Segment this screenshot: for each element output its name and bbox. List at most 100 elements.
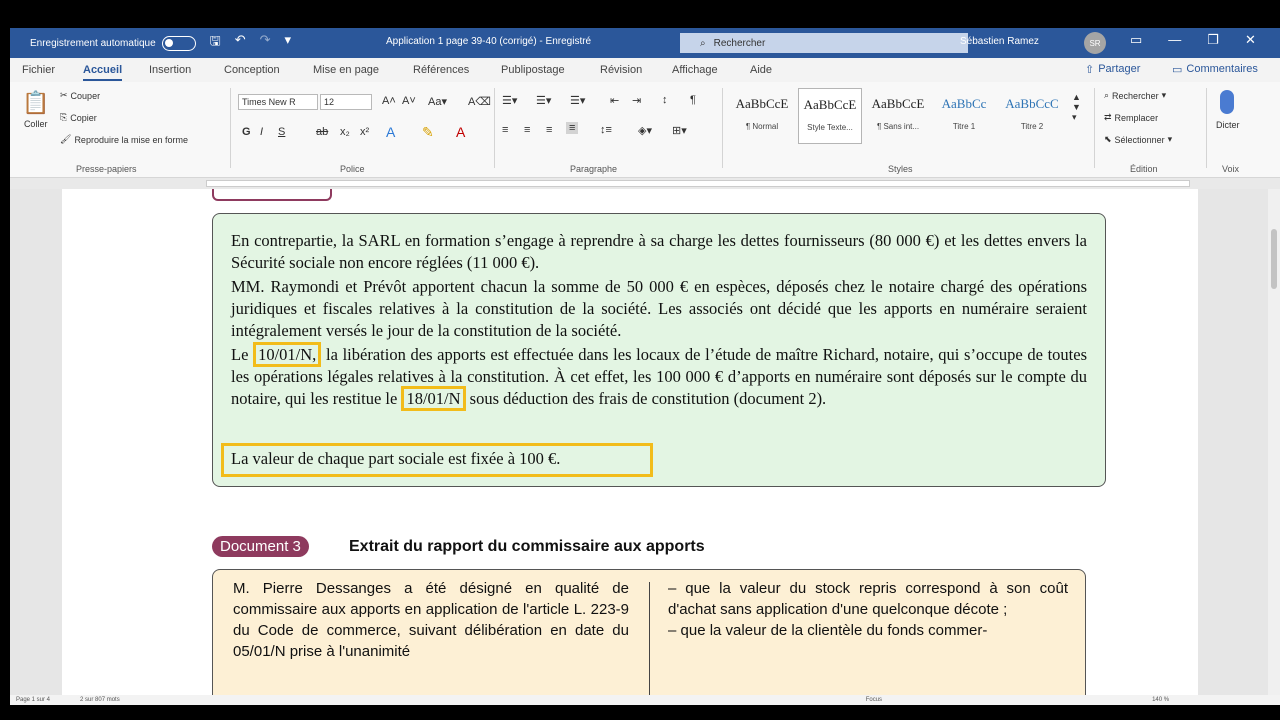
document-2-text-box[interactable]: En contrepartie, la SARL en formation s’…	[212, 213, 1106, 487]
tab-mise-en-page[interactable]: Mise en page	[313, 64, 379, 76]
strikethrough-icon[interactable]: ab	[316, 126, 328, 138]
tab-fichier[interactable]: Fichier	[22, 64, 55, 76]
page[interactable]: En contrepartie, la SARL en formation s’…	[62, 189, 1198, 695]
brush-icon: 🖌	[60, 134, 72, 144]
underline-icon[interactable]: S	[278, 126, 285, 138]
zoom-level[interactable]: 140 %	[1152, 697, 1169, 703]
tab-aide[interactable]: Aide	[750, 64, 772, 76]
style-name: Titre 1	[952, 122, 976, 131]
autosave-toggle[interactable]	[161, 35, 196, 51]
format-painter-button[interactable]: 🖌 Reproduire la mise en forme	[60, 134, 188, 145]
select-label: Sélectionner	[1114, 134, 1165, 145]
format-painter-label: Reproduire la mise en forme	[74, 134, 188, 145]
comments-button[interactable]: ▭ Commentaires	[1172, 63, 1258, 76]
bullets-icon[interactable]: ☰▾	[502, 94, 517, 107]
paste-button[interactable]: 📋 Coller	[22, 90, 49, 129]
style-normal[interactable]: AaBbCcE ¶ Normal	[730, 88, 794, 144]
tab-affichage[interactable]: Affichage	[672, 64, 718, 76]
style-name: ¶ Sans int...	[876, 122, 920, 131]
text-effects-icon[interactable]: A	[386, 124, 395, 140]
document-title: Application 1 page 39-40 (corrigé) - Enr…	[386, 36, 592, 47]
replace-button[interactable]: ⇄ Remplacer	[1104, 112, 1158, 123]
comment-icon: ▭	[1172, 64, 1183, 76]
style-titre-2[interactable]: AaBbCcC Titre 2	[1000, 88, 1064, 144]
copy-icon: ⎘	[60, 112, 68, 122]
select-button[interactable]: ⬉ Sélectionner ▾	[1104, 134, 1172, 145]
redo-icon[interactable]: ↷	[260, 32, 271, 54]
tab-publipostage[interactable]: Publipostage	[501, 64, 565, 76]
clear-format-icon[interactable]: A⌫	[468, 95, 491, 108]
microphone-icon[interactable]	[1220, 90, 1234, 114]
paragraph-group-label: Paragraphe	[570, 164, 618, 174]
minimize-icon[interactable]: —	[1168, 32, 1181, 48]
multilevel-list-icon[interactable]: ☰▾	[570, 94, 585, 107]
italic-icon[interactable]: I	[260, 126, 263, 138]
document-area: En contrepartie, la SARL en formation s’…	[10, 189, 1268, 695]
search-box[interactable]: ⌕ Rechercher	[680, 33, 968, 53]
replace-icon: ⇄	[1104, 112, 1112, 122]
shrink-font-icon[interactable]: A˅	[402, 95, 416, 107]
page-count[interactable]: Page 1 sur 4	[16, 697, 50, 703]
style-texte[interactable]: AaBbCcE Style Texte...	[798, 88, 862, 144]
subscript-icon[interactable]: x₂	[340, 126, 350, 138]
close-icon[interactable]: ✕	[1245, 32, 1256, 48]
autosave-label: Enregistrement automatique	[30, 37, 156, 49]
paste-label: Coller	[23, 119, 48, 129]
tab-insertion[interactable]: Insertion	[149, 64, 191, 76]
align-right-icon[interactable]: ≡	[546, 124, 552, 136]
avatar[interactable]: SR	[1084, 32, 1106, 54]
superscript-icon[interactable]: x²	[360, 126, 369, 138]
ribbon-tabs: Fichier Accueil Insertion Conception Mis…	[10, 58, 1280, 82]
style-titre-1[interactable]: AaBbCc Titre 1	[932, 88, 996, 144]
chevron-down-icon: ▾	[1167, 134, 1173, 144]
bold-icon[interactable]: G	[242, 126, 251, 138]
document-3-box[interactable]: M. Pierre Dessanges a été désigné en qua…	[212, 569, 1086, 695]
highlight-icon[interactable]: ✎	[422, 124, 434, 141]
font-size-select[interactable]: 12	[320, 94, 372, 110]
numbering-icon[interactable]: ☰▾	[536, 94, 551, 107]
change-case-icon[interactable]: Aa▾	[428, 95, 447, 108]
focus-button[interactable]: Focus	[866, 697, 882, 703]
date-highlight: 10/01/N,	[253, 342, 322, 367]
align-left-icon[interactable]: ≡	[502, 124, 508, 136]
font-name-select[interactable]: Times New R	[238, 94, 318, 110]
cursor-icon: ⬉	[1104, 134, 1112, 144]
pilcrow-icon[interactable]: ¶	[690, 94, 696, 106]
dictate-button[interactable]: Dicter	[1216, 120, 1240, 130]
line-spacing-icon[interactable]: ↕≡	[600, 124, 612, 136]
undo-icon[interactable]: ↶	[235, 32, 246, 54]
grow-font-icon[interactable]: A˄	[382, 95, 396, 107]
justify-icon[interactable]: ≡	[566, 122, 579, 134]
maximize-icon[interactable]: ❐	[1207, 32, 1219, 48]
font-color-icon[interactable]: A	[456, 124, 465, 140]
word-count[interactable]: 2 sur 807 mots	[80, 697, 120, 703]
tab-references[interactable]: Références	[413, 64, 469, 76]
style-name: Style Texte...	[807, 123, 853, 132]
find-button[interactable]: ⌕ Rechercher ▾	[1104, 90, 1166, 101]
copy-button[interactable]: ⎘ Copier	[60, 112, 97, 123]
tab-conception[interactable]: Conception	[224, 64, 280, 76]
tab-revision[interactable]: Révision	[600, 64, 642, 76]
tab-accueil[interactable]: Accueil	[83, 64, 123, 81]
share-button[interactable]: ⇧ Partager	[1085, 63, 1140, 76]
cut-button[interactable]: ✂ Couper	[60, 90, 100, 101]
scissors-icon: ✂	[60, 90, 68, 100]
style-sans-interligne[interactable]: AaBbCcE ¶ Sans int...	[866, 88, 930, 144]
styles-scroll-icon[interactable]: ▲ ▼ ▾	[1072, 92, 1081, 123]
borders-icon[interactable]: ⊞▾	[672, 124, 687, 137]
vertical-scrollbar[interactable]	[1268, 189, 1280, 695]
user-name[interactable]: Sébastien Ramez	[960, 36, 1039, 47]
find-label: Rechercher	[1112, 90, 1159, 101]
save-icon[interactable]: 🖫	[210, 32, 221, 54]
replace-label: Remplacer	[1114, 112, 1159, 123]
sort-icon[interactable]: ↕	[662, 94, 668, 106]
editing-group-label: Édition	[1130, 164, 1158, 174]
ruler[interactable]	[10, 178, 1280, 189]
ribbon-display-icon[interactable]: ▭	[1130, 32, 1142, 48]
scrollbar-thumb[interactable]	[1271, 229, 1277, 289]
increase-indent-icon[interactable]: ⇥	[632, 94, 641, 107]
decrease-indent-icon[interactable]: ⇤	[610, 94, 619, 107]
align-center-icon[interactable]: ≡	[524, 124, 530, 136]
customize-qat-icon[interactable]: ▾	[285, 32, 292, 54]
shading-icon[interactable]: ◈▾	[638, 124, 652, 137]
